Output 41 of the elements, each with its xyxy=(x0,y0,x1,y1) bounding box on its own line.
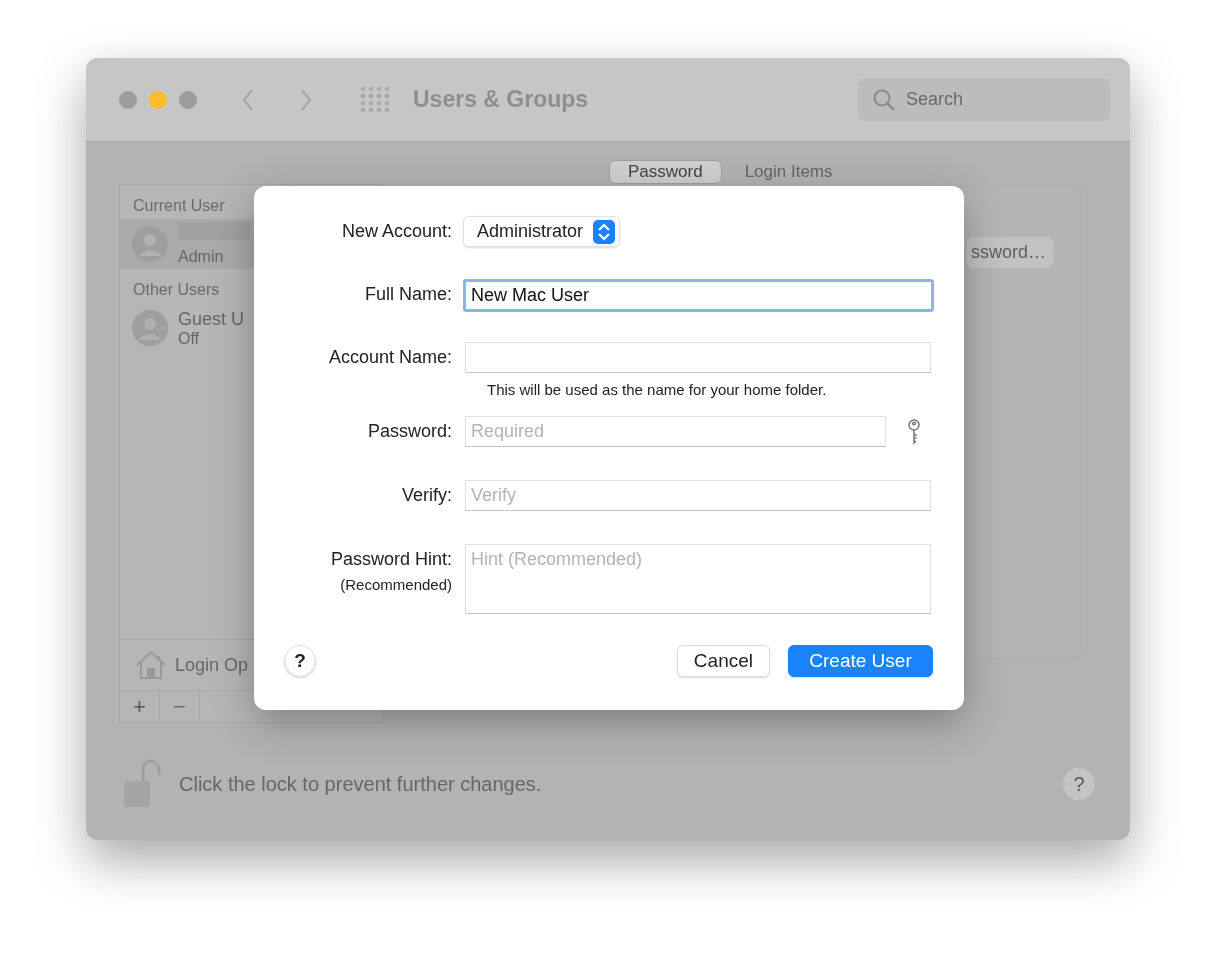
field-label: Password: xyxy=(367,421,452,442)
create-user-button[interactable]: Create User xyxy=(788,645,933,677)
minimize-button[interactable] xyxy=(149,90,167,109)
key-icon[interactable] xyxy=(906,418,922,445)
add-button[interactable]: + xyxy=(120,691,160,722)
text-field[interactable]: New Mac User xyxy=(463,279,934,312)
tab[interactable]: Password xyxy=(609,160,722,184)
forward-icon[interactable] xyxy=(299,87,313,112)
remove-button[interactable]: − xyxy=(160,691,200,722)
lock-message: Click the lock to prevent further changes. xyxy=(179,772,542,796)
field-sublabel: (Recommended) xyxy=(340,576,452,593)
avatar-icon xyxy=(132,310,168,346)
section-heading: Current User xyxy=(133,197,225,215)
password-field[interactable]: Required xyxy=(465,416,886,447)
field-label: Full Name: xyxy=(364,284,452,305)
user-role: Admin xyxy=(178,248,225,266)
stepper-icon xyxy=(593,219,616,244)
user-role: Off xyxy=(178,329,201,348)
text-field[interactable] xyxy=(465,342,931,373)
text-field[interactable]: Verify xyxy=(465,480,931,511)
tab[interactable]: Login Items xyxy=(725,160,852,184)
field-label: Password Hint: xyxy=(330,549,452,570)
section-heading: Other Users xyxy=(133,281,220,299)
field-note: This will be used as the name for your home folder. xyxy=(486,381,828,398)
window-title: Users & Groups xyxy=(413,86,589,113)
hint-field[interactable]: Hint (Recommended) xyxy=(465,544,931,614)
change-password-button[interactable]: ssword… xyxy=(967,237,1053,268)
help-button[interactable]: ? xyxy=(1063,768,1095,800)
grid-icon[interactable] xyxy=(361,87,389,112)
zoom-button[interactable] xyxy=(179,90,197,109)
user-name: Guest U xyxy=(178,308,245,330)
field-label: Verify: xyxy=(401,485,452,506)
cancel-button[interactable]: Cancel xyxy=(676,645,770,677)
field-label: Account Name: xyxy=(328,347,452,368)
search-field[interactable]: Search xyxy=(858,78,1110,121)
close-button[interactable] xyxy=(119,90,137,109)
search-icon xyxy=(872,88,896,112)
help-button[interactable]: ? xyxy=(284,645,316,677)
account-type-popup[interactable]: Administrator xyxy=(463,216,621,247)
back-icon[interactable] xyxy=(241,87,255,112)
house-icon xyxy=(135,650,167,680)
